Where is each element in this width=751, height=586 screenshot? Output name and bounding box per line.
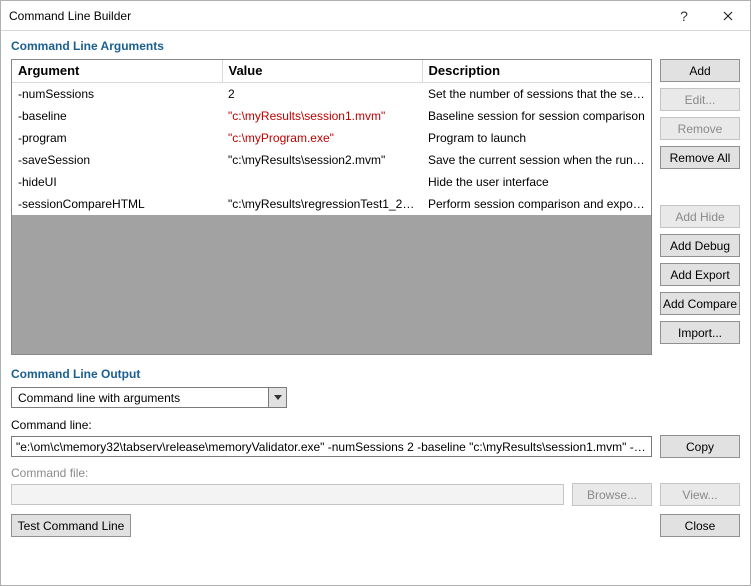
cell-argument: -baseline [12,105,222,127]
command-line-field[interactable] [11,436,652,457]
window-title: Command Line Builder [9,9,662,23]
close-button[interactable]: Close [660,514,740,537]
cell-argument: -saveSession [12,149,222,171]
cell-value: "c:\myResults\session1.mvm" [222,105,422,127]
add-button[interactable]: Add [660,59,740,82]
add-debug-button[interactable]: Add Debug [660,234,740,257]
edit-button: Edit... [660,88,740,111]
table-row[interactable]: -saveSession"c:\myResults\session2.mvm"S… [12,149,651,171]
cell-value: "c:\myProgram.exe" [222,127,422,149]
cell-argument: -sessionCompareHTML [12,193,222,215]
cell-value [222,171,422,193]
arguments-buttons: Add Edit... Remove Remove All Add Hide A… [660,59,740,355]
output-mode-value: Command line with arguments [12,388,268,407]
copy-button[interactable]: Copy [660,435,740,458]
col-argument[interactable]: Argument [12,60,222,83]
cell-description: Perform session comparison and export th… [422,193,651,215]
cell-description: Program to launch [422,127,651,149]
titlebar: Command Line Builder ? [1,1,750,31]
command-file-label: Command file: [11,466,740,480]
cell-argument: -hideUI [12,171,222,193]
col-description[interactable]: Description [422,60,651,83]
output-mode-select[interactable]: Command line with arguments [11,387,287,408]
table-row[interactable]: -numSessions2Set the number of sessions … [12,83,651,105]
table-row[interactable]: -hideUI Hide the user interface [12,171,651,193]
cell-value: "c:\myResults\regressionTest1_2.ht... [222,193,422,215]
section-output-title: Command Line Output [11,367,740,381]
cell-description: Hide the user interface [422,171,651,193]
cell-description: Set the number of sessions that the sess… [422,83,651,105]
cell-argument: -program [12,127,222,149]
view-button: View... [660,483,740,506]
cell-argument: -numSessions [12,83,222,105]
add-hide-button: Add Hide [660,205,740,228]
command-file-field [11,484,564,505]
cell-description: Baseline session for session comparison [422,105,651,127]
table-row[interactable]: -sessionCompareHTML"c:\myResults\regress… [12,193,651,215]
window: Command Line Builder ? Command Line Argu… [0,0,751,586]
cell-value: "c:\myResults\session2.mvm" [222,149,422,171]
command-line-label: Command line: [11,418,740,432]
table-row[interactable]: -program"c:\myProgram.exe"Program to lau… [12,127,651,149]
section-arguments-title: Command Line Arguments [11,39,740,53]
browse-button: Browse... [572,483,652,506]
cell-value: 2 [222,83,422,105]
col-value[interactable]: Value [222,60,422,83]
test-command-line-button[interactable]: Test Command Line [11,514,131,537]
remove-all-button[interactable]: Remove All [660,146,740,169]
help-button[interactable]: ? [662,1,706,31]
add-export-button[interactable]: Add Export [660,263,740,286]
remove-button: Remove [660,117,740,140]
cell-description: Save the current session when the run is… [422,149,651,171]
add-compare-button[interactable]: Add Compare [660,292,740,315]
table-row[interactable]: -baseline"c:\myResults\session1.mvm"Base… [12,105,651,127]
arguments-table[interactable]: Argument Value Description -numSessions2… [11,59,652,355]
chevron-down-icon[interactable] [268,388,286,407]
close-icon[interactable] [706,1,750,31]
import-button[interactable]: Import... [660,321,740,344]
